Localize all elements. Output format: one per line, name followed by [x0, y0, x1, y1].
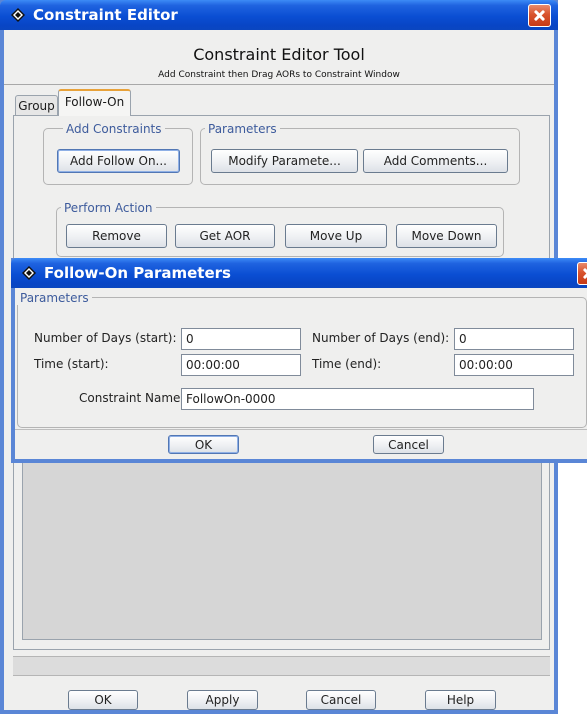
modify-parameters-button[interactable]: Modify Paramete...	[211, 149, 358, 173]
cancel-button[interactable]: Cancel	[306, 690, 376, 710]
dialog-title: Follow-On Parameters	[44, 264, 231, 282]
close-icon[interactable]	[577, 262, 587, 285]
main-title-bar[interactable]: Constraint Editor	[0, 0, 558, 30]
add-constraints-label: Add Constraints	[63, 122, 165, 136]
header-subtitle: Add Constraint then Drag AORs to Constra…	[158, 70, 400, 80]
apply-button[interactable]: Apply	[187, 690, 258, 710]
tab-group[interactable]: Group	[15, 95, 58, 115]
add-follow-on-button[interactable]: Add Follow On...	[57, 149, 180, 173]
days-start-field[interactable]: 0	[181, 328, 301, 350]
move-up-button[interactable]: Move Up	[285, 224, 387, 248]
perform-action-label: Perform Action	[61, 201, 156, 215]
tab-follow-on-label: Follow-On	[64, 95, 125, 109]
main-window-title: Constraint Editor	[33, 6, 178, 24]
time-end-label: Time (end):	[312, 357, 382, 371]
remove-button[interactable]: Remove	[66, 224, 167, 248]
days-end-field[interactable]: 0	[454, 328, 574, 350]
constraint-name-field[interactable]: FollowOn-0000	[181, 388, 534, 410]
ok-button[interactable]: OK	[68, 690, 138, 710]
dialog-button-divider	[15, 429, 587, 430]
constraint-name-label: Constraint Name:	[79, 391, 185, 405]
dialog-title-bar[interactable]: Follow-On Parameters	[11, 258, 587, 288]
get-aor-button[interactable]: Get AOR	[175, 224, 275, 248]
diamond-app-icon	[11, 8, 25, 22]
move-down-button[interactable]: Move Down	[396, 224, 497, 248]
days-start-label: Number of Days (start):	[34, 331, 177, 345]
tab-group-label: Group	[18, 99, 55, 113]
dialog-ok-button[interactable]: OK	[168, 435, 239, 454]
tab-follow-on[interactable]: Follow-On	[58, 89, 131, 116]
days-end-label: Number of Days (end):	[312, 331, 450, 345]
time-start-label: Time (start):	[34, 357, 109, 371]
help-button[interactable]: Help	[425, 690, 496, 710]
header-title: Constraint Editor Tool	[193, 45, 365, 64]
time-start-field[interactable]: 00:00:00	[181, 354, 301, 376]
header-divider	[4, 84, 554, 85]
constraint-list-area[interactable]	[22, 462, 542, 640]
follow-on-dialog: Follow-On Parameters Parameters Number o…	[11, 258, 587, 463]
close-icon[interactable]	[528, 4, 551, 27]
dialog-content: Parameters Number of Days (start): 0 Num…	[15, 288, 587, 459]
diamond-app-icon	[22, 266, 36, 280]
dialog-cancel-button[interactable]: Cancel	[373, 435, 444, 454]
parameters-label: Parameters	[205, 122, 280, 136]
status-strip	[13, 656, 550, 676]
add-comments-button[interactable]: Add Comments...	[363, 149, 508, 173]
dialog-parameters-label: Parameters	[17, 291, 92, 305]
time-end-field[interactable]: 00:00:00	[454, 354, 574, 376]
